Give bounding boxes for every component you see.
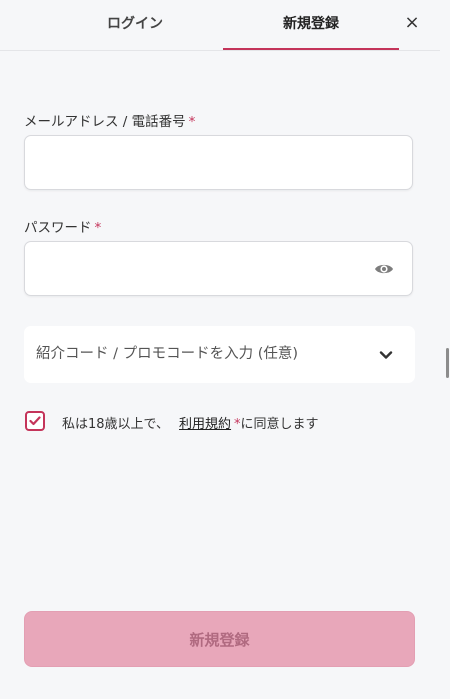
email-field[interactable] xyxy=(24,135,413,190)
consent-suffix: に同意します xyxy=(240,417,319,432)
terms-link[interactable]: 利用規約 xyxy=(179,417,231,432)
required-mark: * xyxy=(188,114,196,130)
chevron-down-icon xyxy=(379,351,393,359)
close-icon[interactable]: × xyxy=(400,9,424,37)
checkmark-icon xyxy=(29,416,41,426)
password-label-text: パスワード xyxy=(24,220,92,236)
password-field[interactable] xyxy=(24,241,413,296)
age-consent-checkbox[interactable] xyxy=(25,411,45,431)
email-label-text: メールアドレス / 電話番号 xyxy=(24,114,186,130)
eye-icon[interactable] xyxy=(374,261,394,277)
password-label: パスワード * xyxy=(24,216,101,236)
consent-text: 私は18歳以上で、 利用規約 *に同意します xyxy=(62,413,319,432)
password-input[interactable] xyxy=(25,242,412,295)
promo-code-toggle[interactable]: 紹介コード / プロモコードを入力 (任意) xyxy=(24,326,415,383)
required-mark: * xyxy=(94,220,102,236)
tab-register[interactable]: 新規登録 xyxy=(223,0,399,50)
email-input[interactable] xyxy=(25,136,412,189)
auth-tabs: ログイン 新規登録 × xyxy=(0,0,440,51)
scrollbar-thumb[interactable] xyxy=(446,348,449,378)
email-label: メールアドレス / 電話番号 * xyxy=(24,110,195,130)
register-button[interactable]: 新規登録 xyxy=(24,611,415,667)
promo-code-label: 紹介コード / プロモコードを入力 (任意) xyxy=(36,346,299,362)
tab-login[interactable]: ログイン xyxy=(25,0,245,48)
consent-prefix: 私は18歳以上で、 xyxy=(62,417,170,432)
